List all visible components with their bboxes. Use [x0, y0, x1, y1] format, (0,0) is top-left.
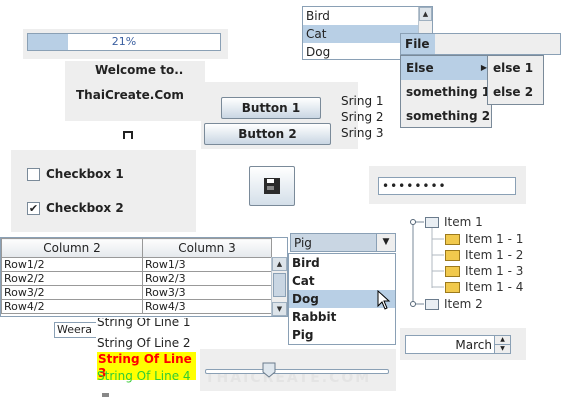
table-row[interactable]: Row1/2 Row1/3	[1, 257, 272, 272]
table-scrollbar[interactable]: ▲ ▼	[271, 257, 287, 316]
folder-icon	[425, 216, 439, 228]
submenu-item-else-2[interactable]: else 2	[488, 80, 543, 104]
spinner-up-arrow-icon[interactable]: ▲	[495, 336, 510, 345]
text-line-2: String Of Line 2	[97, 336, 191, 350]
save-icon-button[interactable]	[249, 166, 295, 206]
scroll-up-arrow[interactable]: ▲	[419, 7, 432, 21]
tree-node-label: Item 2	[444, 297, 483, 311]
slider-track[interactable]	[205, 369, 389, 374]
else-submenu: else 1 else 2	[487, 55, 544, 105]
checkbox-1[interactable]: Checkbox 1	[27, 167, 124, 181]
table-cell[interactable]: Row1/3	[142, 257, 272, 272]
checkbox-2[interactable]: ✔ Checkbox 2	[27, 201, 124, 215]
menu-file[interactable]: File	[401, 34, 435, 54]
tree-node-item-2[interactable]: Item 2	[425, 297, 483, 311]
chevron-down-icon[interactable]: ▼	[376, 234, 395, 251]
table-row[interactable]: Row2/2 Row2/3	[1, 271, 272, 286]
combo-option[interactable]: Cat	[289, 272, 395, 290]
tree-node-label: Item 1 - 3	[465, 264, 524, 278]
checkbox-1-box[interactable]	[27, 167, 40, 181]
mouse-cursor-icon	[377, 290, 391, 310]
month-spinner[interactable]: March ▲ ▼	[405, 335, 511, 354]
password-field[interactable]: ••••••••	[378, 177, 516, 195]
column-header[interactable]: Column 3	[142, 238, 272, 258]
tree-node-child[interactable]: Item 1 - 4	[445, 280, 523, 294]
tree-node-item-1[interactable]: Item 1	[425, 215, 483, 229]
table-cell[interactable]: Row4/2	[1, 299, 143, 314]
progress-bar: 21%	[27, 33, 221, 51]
text-field[interactable]: Weera	[54, 322, 98, 338]
button-2[interactable]: Button 2	[204, 123, 331, 145]
small-save-icon	[123, 131, 133, 139]
checkbox-2-box[interactable]: ✔	[27, 201, 40, 215]
table-cell[interactable]: Row3/2	[1, 285, 143, 300]
folder-icon	[425, 298, 439, 310]
open-folder-icon	[445, 265, 460, 277]
combo-option[interactable]: Pig	[289, 326, 395, 344]
tree-node-child[interactable]: Item 1 - 2	[445, 248, 523, 262]
animal-list-item[interactable]: Bird	[303, 7, 432, 25]
string-list-item[interactable]: Sring 3	[341, 126, 384, 140]
combo-option[interactable]: Rabbit	[289, 308, 395, 326]
table-cell[interactable]: Row1/2	[1, 257, 143, 272]
text-line-4: String Of Line 4	[97, 369, 191, 383]
menu-item-else-label: Else	[406, 61, 434, 75]
table-cell[interactable]: Row2/3	[142, 271, 272, 286]
tree-node-child[interactable]: Item 1 - 3	[445, 264, 523, 278]
checkbox-1-label: Checkbox 1	[46, 167, 124, 181]
table-row[interactable]: Row3/2 Row3/3	[1, 285, 272, 300]
combo-box[interactable]: Pig ▼	[290, 233, 396, 252]
menu-item-else[interactable]: Else ▶	[401, 56, 491, 80]
tree-node-label: Item 1	[444, 215, 483, 229]
menu-bar: File	[400, 33, 561, 55]
floppy-disk-icon	[264, 178, 280, 194]
site-label: ThaiCreate.Com	[76, 88, 184, 102]
table-container: Column 2 Column 3 Row1/2 Row1/3 Row2/2 R…	[0, 237, 288, 317]
tree-node-child[interactable]: Item 1 - 1	[445, 232, 523, 246]
tree-view: Item 1 Item 1 - 1 Item 1 - 2 Item 1 - 3 …	[400, 208, 561, 316]
menu-item-something-2[interactable]: something 2	[401, 104, 491, 128]
welcome-label: Welcome to..	[95, 63, 184, 77]
menu-item-something-1[interactable]: something 1	[401, 80, 491, 104]
button-1[interactable]: Button 1	[221, 97, 321, 119]
lines-panel: String Of Line 1 String Of Line 2 String…	[96, 318, 196, 398]
open-folder-icon	[445, 281, 460, 293]
scroll-up-arrow[interactable]: ▲	[272, 257, 287, 271]
checkbox-panel	[11, 150, 196, 232]
table-header-row: Column 2 Column 3	[1, 238, 272, 258]
table-cell[interactable]: Row3/3	[142, 285, 272, 300]
submenu-item-else-1[interactable]: else 1	[488, 56, 543, 80]
slider-thumb[interactable]	[262, 362, 276, 378]
table-cell[interactable]: Row2/2	[1, 271, 143, 286]
column-header[interactable]: Column 2	[1, 238, 143, 258]
tree-node-label: Item 1 - 2	[465, 248, 524, 262]
checkbox-2-label: Checkbox 2	[46, 201, 124, 215]
progress-label: 21%	[111, 35, 137, 48]
password-value: ••••••••	[382, 179, 447, 193]
table-row[interactable]: Row4/2 Row4/3	[1, 299, 272, 314]
combo-selected-value: Pig	[294, 236, 312, 250]
open-folder-icon	[445, 233, 460, 245]
scroll-down-arrow[interactable]: ▼	[272, 302, 287, 316]
data-table: Column 2 Column 3 Row1/2 Row1/3 Row2/2 R…	[1, 238, 272, 314]
string-list-item[interactable]: Sring 2	[341, 110, 384, 124]
combo-option[interactable]: Bird	[289, 254, 395, 272]
spinner-down-arrow-icon[interactable]: ▼	[495, 345, 510, 353]
text-line-1: String Of Line 1	[97, 318, 191, 329]
text-field-value: Weera	[57, 323, 93, 336]
table-cell[interactable]: Row4/3	[142, 299, 272, 314]
tree-node-label: Item 1 - 4	[465, 280, 524, 294]
scroll-thumb[interactable]	[273, 273, 286, 297]
tree-node-label: Item 1 - 1	[465, 232, 524, 246]
string-list-item[interactable]: Sring 1	[341, 94, 384, 108]
spinner-buttons: ▲ ▼	[494, 336, 510, 353]
spinner-value: March	[455, 338, 492, 352]
open-folder-icon	[445, 249, 460, 261]
file-menu: Else ▶ something 1 something 2	[400, 55, 492, 128]
